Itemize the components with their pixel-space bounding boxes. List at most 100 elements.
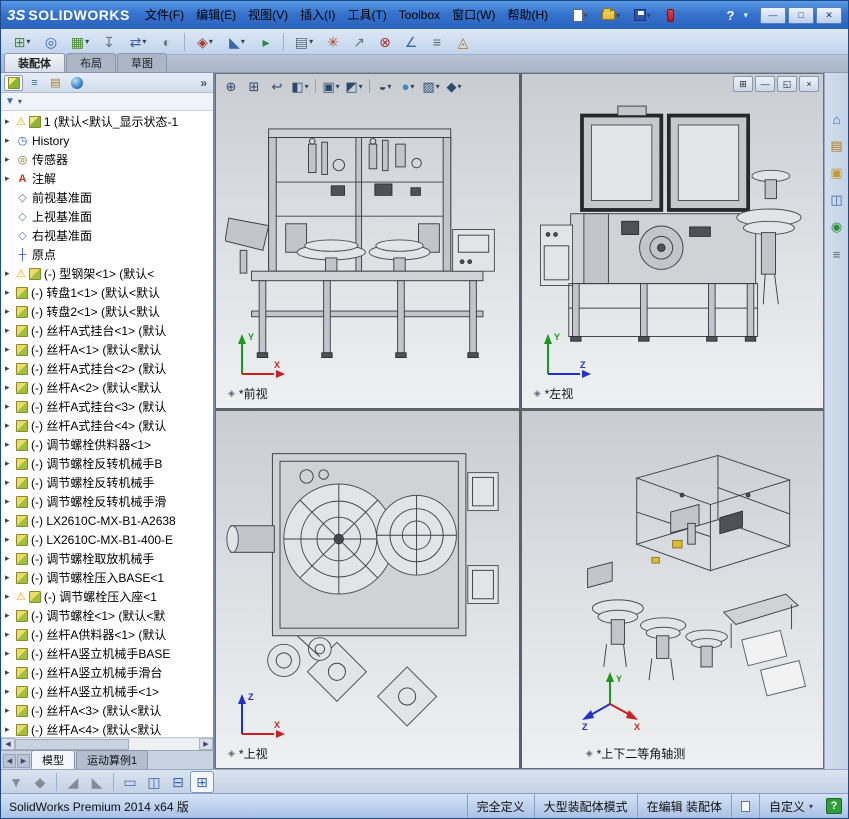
single-view-icon[interactable]: ▭ ▾ bbox=[119, 772, 141, 792]
show-hidden-components-icon[interactable]: ◐ ▾ bbox=[155, 31, 179, 53]
zoom-to-fit-icon[interactable]: ⊕ ▾ bbox=[220, 76, 242, 96]
expand-arrow-icon[interactable]: ▸ bbox=[5, 401, 13, 412]
tree-item[interactable]: ▸ ⚠ (-) 丝杆A竖立机械手滑台 bbox=[1, 663, 213, 682]
filter-faces-icon[interactable]: ◣ ▾ bbox=[86, 772, 108, 792]
featuremanager-tab[interactable] bbox=[4, 74, 23, 91]
dropdown-arrow-icon[interactable]: ▾ bbox=[410, 82, 414, 91]
scrollbar-track[interactable] bbox=[15, 738, 199, 750]
minimize-button[interactable]: — bbox=[760, 6, 786, 24]
view-orientation-icon[interactable]: ▣ ▾ bbox=[320, 76, 342, 96]
tab-scroll-left-icon[interactable]: ◀ bbox=[3, 754, 16, 768]
expand-arrow-icon[interactable]: ▸ bbox=[5, 705, 13, 716]
bill-of-materials-icon[interactable]: ▤ ▾ bbox=[289, 31, 319, 53]
expand-arrow-icon[interactable]: ▸ bbox=[5, 515, 13, 526]
exploded-view-icon[interactable]: ✳ ▾ bbox=[321, 31, 345, 53]
mass-properties-icon[interactable]: ≡ ▾ bbox=[425, 31, 449, 53]
help-icon[interactable]: ? bbox=[722, 8, 740, 23]
filter-icon[interactable]: ▼ bbox=[5, 96, 15, 107]
status-sheet-button[interactable] bbox=[730, 794, 759, 818]
expand-panel-chevron[interactable]: » bbox=[200, 76, 210, 90]
close-button[interactable]: ✕ bbox=[816, 6, 842, 24]
tree-item[interactable]: ▸ ⚠ (-) LX2610C-MX-B1-400-E bbox=[1, 530, 213, 549]
tree-item[interactable]: ▸ ⚠ (-) 调节螺栓反转机械手 bbox=[1, 473, 213, 492]
instant3d-icon[interactable]: ◬ ▾ bbox=[451, 31, 475, 53]
propertymanager-tab[interactable]: ≡ bbox=[25, 75, 44, 91]
tree-item[interactable]: ▸ ⚠ (-) 调节螺栓压入BASE<1 bbox=[1, 568, 213, 587]
viewport-splitter-vertical[interactable] bbox=[519, 74, 522, 768]
mate-icon[interactable]: ◎ ▾ bbox=[39, 31, 63, 53]
view-palette-icon[interactable]: ◫ bbox=[827, 190, 847, 210]
expand-arrow-icon[interactable]: ▸ bbox=[5, 572, 13, 583]
command-tab[interactable]: 草图 bbox=[117, 53, 167, 72]
dropdown-arrow-icon[interactable]: ▾ bbox=[647, 11, 651, 20]
expand-arrow-icon[interactable]: ▸ bbox=[5, 344, 13, 355]
expand-arrow-icon[interactable]: ▸ bbox=[5, 420, 13, 431]
dropdown-arrow-icon[interactable]: ▾ bbox=[85, 37, 89, 46]
dropdown-arrow-icon[interactable]: ▾ bbox=[142, 37, 146, 46]
tree-item[interactable]: ▸ ⚠ (-) 调节螺栓反转机械手滑 bbox=[1, 492, 213, 511]
expand-arrow-icon[interactable]: ▸ bbox=[5, 591, 13, 602]
expand-arrow-icon[interactable]: ▸ bbox=[5, 458, 13, 469]
expand-arrow-icon[interactable]: ▸ bbox=[5, 667, 13, 678]
expand-arrow-icon[interactable]: ▸ bbox=[5, 648, 13, 659]
tree-item[interactable]: ▸ ⚠ (-) 型钢架<1> (默认< bbox=[1, 264, 213, 283]
bottom-tab[interactable]: 模型 bbox=[31, 750, 75, 769]
expand-arrow-icon[interactable]: ▸ bbox=[5, 306, 13, 317]
dropdown-arrow-icon[interactable]: ▾ bbox=[241, 37, 245, 46]
expand-arrow-icon[interactable]: ▸ bbox=[5, 553, 13, 564]
view-settings-icon[interactable]: ◆ ▾ bbox=[443, 76, 465, 96]
menu-item[interactable]: 视图(V) bbox=[242, 4, 294, 26]
menu-item[interactable]: 窗口(W) bbox=[446, 4, 501, 26]
document-restore-button[interactable]: ◱ bbox=[777, 76, 797, 92]
expand-arrow-icon[interactable]: ▸ bbox=[5, 382, 13, 393]
expand-arrow-icon[interactable]: ▸ bbox=[5, 135, 13, 146]
menu-item[interactable]: Toolbox bbox=[393, 4, 446, 26]
dropdown-arrow-icon[interactable]: ▾ bbox=[309, 37, 313, 46]
viewport-link-button[interactable]: ⊞ bbox=[733, 76, 753, 92]
filter-dropdown-arrow-icon[interactable]: ▾ bbox=[18, 97, 22, 106]
viewport-isometric[interactable]: Y X Z ◈ *上下二等角轴测 bbox=[521, 410, 823, 768]
scroll-right-icon[interactable]: ▶ bbox=[199, 738, 213, 750]
menu-item[interactable]: 编辑(E) bbox=[190, 4, 242, 26]
displaymanager-tab[interactable] bbox=[67, 75, 86, 91]
tree-item-assembly-root[interactable]: ▸ ⚠ 1 (默认<默认_显示状态-1 bbox=[1, 112, 213, 131]
reference-geometry-icon[interactable]: ◣ ▾ bbox=[222, 31, 252, 53]
rebuild-icon[interactable]: ▾ bbox=[658, 4, 682, 26]
section-view-icon[interactable]: ◧ ▾ bbox=[289, 76, 311, 96]
viewport-splitter-horizontal[interactable] bbox=[216, 408, 823, 411]
dropdown-arrow-icon[interactable]: ▾ bbox=[26, 37, 30, 46]
measure-icon[interactable]: ∠ ▾ bbox=[399, 31, 423, 53]
dropdown-arrow-icon[interactable]: ▾ bbox=[209, 37, 213, 46]
dropdown-arrow-icon[interactable]: ▾ bbox=[584, 11, 588, 20]
dropdown-arrow-icon[interactable]: ▾ bbox=[387, 82, 391, 91]
viewport-left[interactable]: Y Z ◈ *左视 bbox=[521, 74, 823, 408]
appearances-scenes-icon[interactable]: ◉ bbox=[827, 217, 847, 237]
expand-arrow-icon[interactable]: ▸ bbox=[5, 477, 13, 488]
tree-item[interactable]: ▸ ⚠ (-) 丝杆A<4> (默认<默认 bbox=[1, 720, 213, 737]
menu-item[interactable]: 帮助(H) bbox=[502, 4, 555, 26]
save-document-icon[interactable]: ▾ bbox=[627, 4, 657, 26]
four-view-icon[interactable]: ⊞ ▾ bbox=[190, 770, 214, 793]
previous-view-icon[interactable]: ↩ ▾ bbox=[266, 76, 288, 96]
tree-item[interactable]: ▸ ⚠ (-) 丝杆A式挂台<2> (默认 bbox=[1, 359, 213, 378]
tree-item[interactable]: ▸ ⚠ (-) 丝杆A式挂台<3> (默认 bbox=[1, 397, 213, 416]
display-style-icon[interactable]: ◩ ▾ bbox=[343, 76, 365, 96]
file-explorer-icon[interactable]: ▣ bbox=[827, 163, 847, 183]
two-view-vertical-icon[interactable]: ◫ ▾ bbox=[143, 772, 165, 792]
tab-scroll-right-icon[interactable]: ▶ bbox=[17, 754, 30, 768]
tree-item-top-plane[interactable]: ▸ ⚠ 上视基准面 bbox=[1, 207, 213, 226]
tree-item[interactable]: ▸ ⚠ (-) 调节螺栓供料器<1> bbox=[1, 435, 213, 454]
tree-item[interactable]: ▸ ⚠ (-) 丝杆A<2> (默认<默认 bbox=[1, 378, 213, 397]
two-view-horizontal-icon[interactable]: ⊟ ▾ bbox=[167, 772, 189, 792]
custom-properties-icon[interactable]: ≡ bbox=[827, 244, 847, 264]
tree-item[interactable]: ▸ ⚠ (-) 调节螺栓压入座<1 bbox=[1, 587, 213, 606]
dropdown-arrow-icon[interactable]: ▾ bbox=[457, 82, 461, 91]
tree-item-front-plane[interactable]: ▸ ⚠ 前视基准面 bbox=[1, 188, 213, 207]
viewport-front[interactable]: Y X ◈ *前视 bbox=[216, 74, 519, 408]
document-close-button[interactable]: × bbox=[799, 76, 819, 92]
document-minimize-button[interactable]: — bbox=[755, 76, 775, 92]
scroll-left-icon[interactable]: ◀ bbox=[1, 738, 15, 750]
tree-item[interactable]: ▸ ⚠ (-) 丝杆A<3> (默认<默认 bbox=[1, 701, 213, 720]
linear-component-pattern-icon[interactable]: ▦ ▾ bbox=[65, 31, 95, 53]
expand-arrow-icon[interactable]: ▸ bbox=[5, 496, 13, 507]
